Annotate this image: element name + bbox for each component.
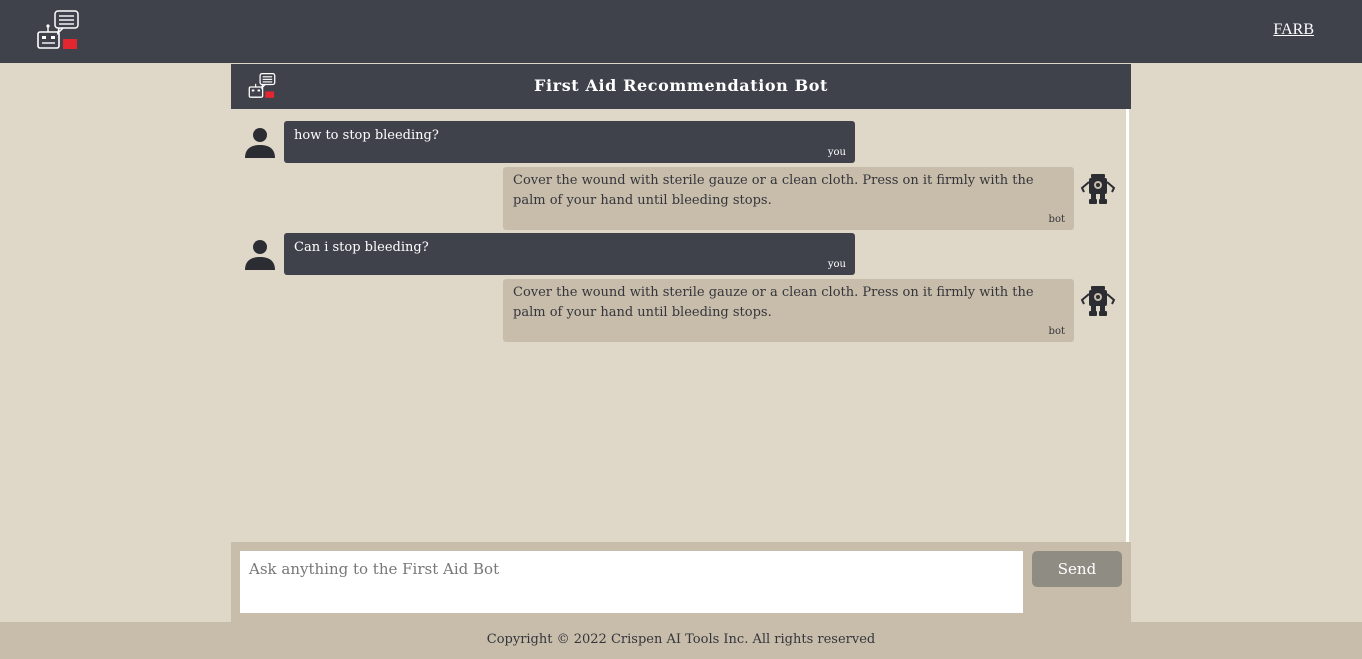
top-navbar: FARB [0,0,1362,63]
bot-message-bubble: Cover the wound with sterile gauze or a … [503,279,1074,342]
message-text: Can i stop bleeding? [294,240,429,255]
sender-label: you [827,147,846,158]
robot-avatar-icon [1080,174,1116,204]
user-message-bubble: Can i stop bleeding? you [284,233,855,275]
user-avatar-icon [245,240,275,270]
message-text: how to stop bleeding? [294,128,439,143]
message-input[interactable] [240,551,1023,613]
user-avatar-icon [245,128,275,158]
send-button[interactable]: Send [1032,551,1122,587]
sender-label: you [827,259,846,270]
sender-label: bot [1048,214,1065,225]
message-text: Cover the wound with sterile gauze or a … [513,285,1034,320]
footer: Copyright © 2022 Crispen AI Tools Inc. A… [0,622,1362,659]
chat-panel: First Aid Recommendation Bot how to stop… [231,64,1131,542]
user-message-bubble: how to stop bleeding? you [284,121,855,163]
message-composer: Send [231,542,1131,622]
copyright-text: Copyright © 2022 Crispen AI Tools Inc. A… [486,632,876,647]
chat-header: First Aid Recommendation Bot [231,64,1131,109]
brand-link[interactable]: FARB [1273,21,1314,39]
bot-message-bubble: Cover the wound with sterile gauze or a … [503,167,1074,230]
chatbot-logo-icon[interactable] [36,10,80,54]
message-text: Cover the wound with sterile gauze or a … [513,173,1034,208]
sender-label: bot [1048,326,1065,337]
robot-avatar-icon [1080,286,1116,316]
chat-title: First Aid Recommendation Bot [534,76,828,95]
chat-scrollbar[interactable] [1126,109,1129,542]
